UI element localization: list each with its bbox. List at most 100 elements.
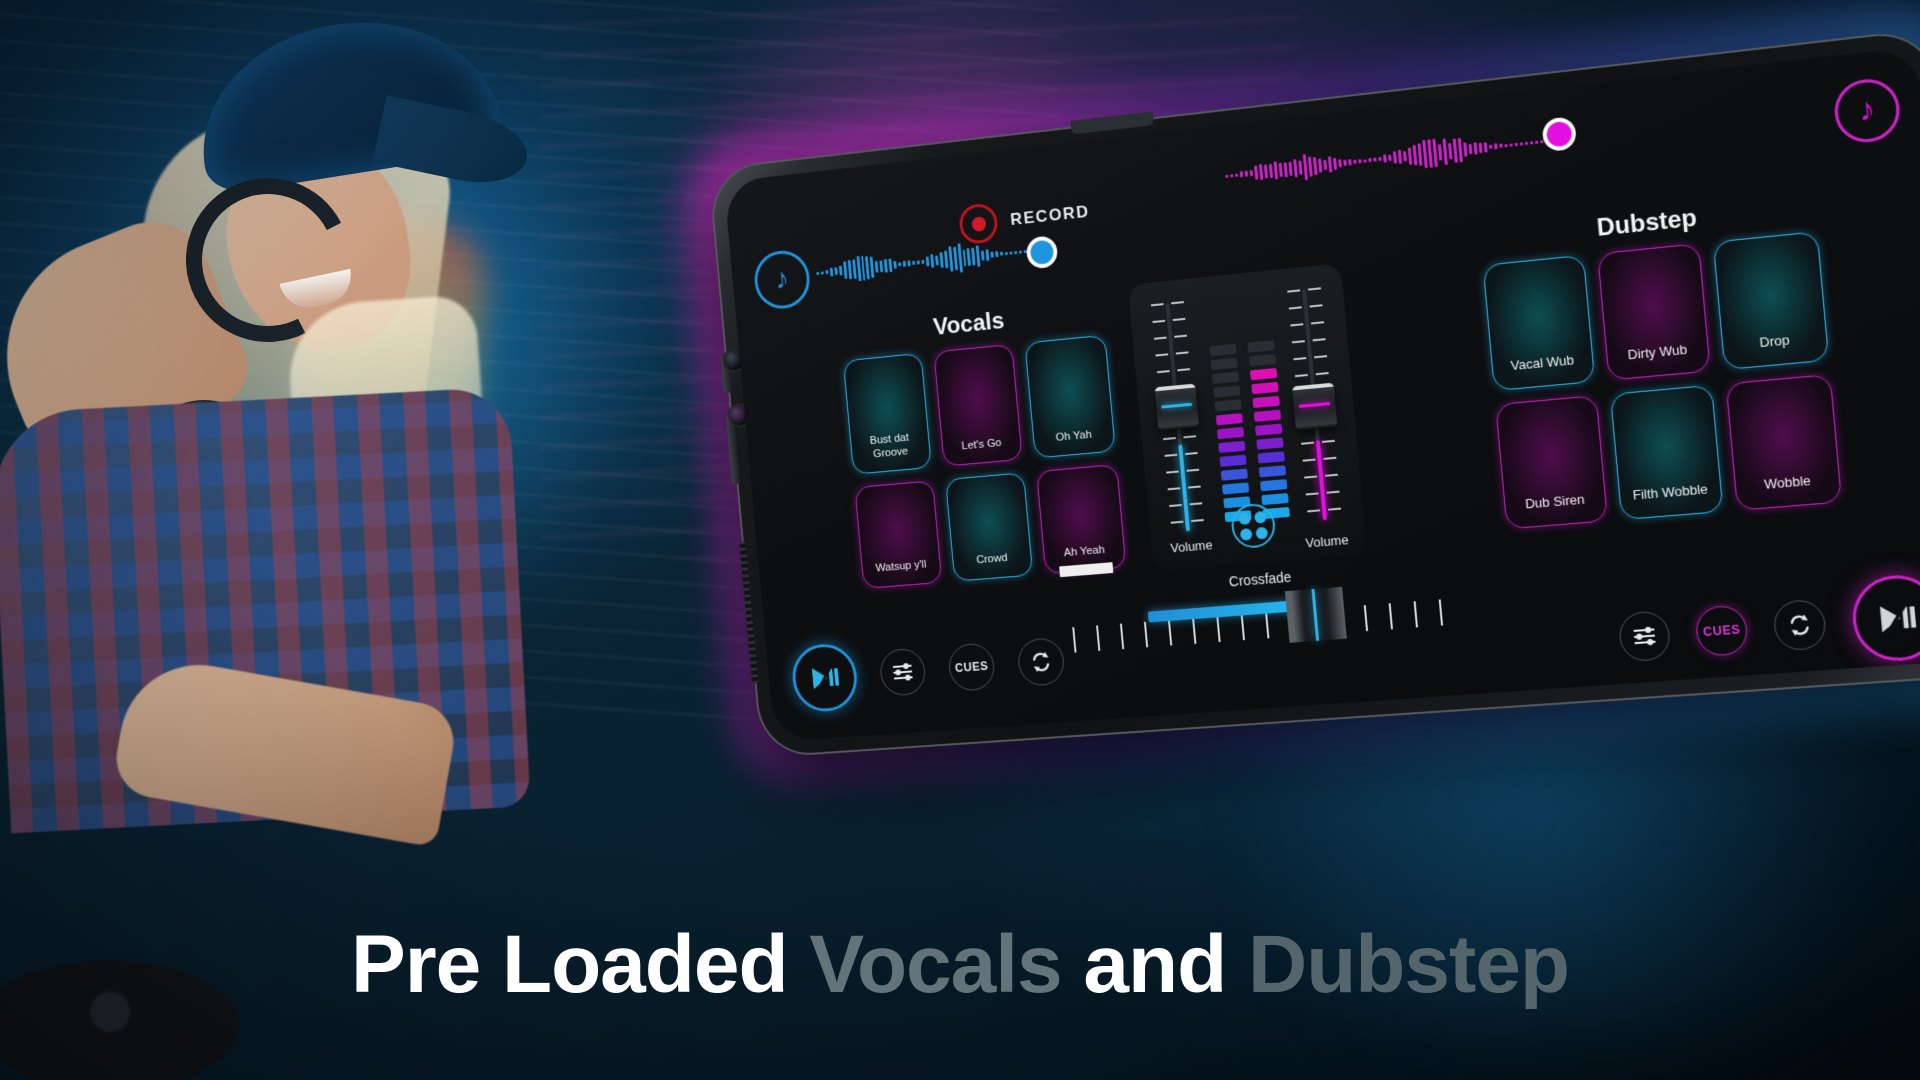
waveform-bar [1278, 162, 1283, 177]
waveform-bar [1288, 161, 1293, 177]
eq-button-left[interactable] [878, 647, 928, 697]
waveform-bar [1254, 165, 1259, 181]
eq-button-right[interactable] [1617, 610, 1672, 663]
pad-progress-bar [1059, 562, 1114, 578]
meter-segment [1210, 357, 1238, 371]
pad-ah-yeah[interactable]: Ah Yeah [1036, 464, 1127, 578]
waveform-bar [1473, 141, 1478, 156]
record-button[interactable]: RECORD [957, 192, 1091, 246]
meter-segment [1211, 371, 1240, 384]
meter-segment [1213, 385, 1241, 398]
cues-button-right[interactable]: CUES [1694, 604, 1750, 658]
waveform-bar [1273, 160, 1279, 180]
cues-button-left[interactable]: CUES [947, 642, 997, 692]
pad-drop[interactable]: Drop [1713, 231, 1830, 370]
quad-dot [1253, 510, 1267, 524]
tagline-part2: Vocals [809, 919, 1062, 1010]
fader-knob-left[interactable] [1154, 383, 1200, 431]
waveform-bar [1534, 140, 1539, 144]
knob-indicator [1161, 402, 1193, 409]
waveform-bar [847, 260, 852, 280]
meter-segment [1260, 479, 1288, 492]
fader-knob-right[interactable] [1291, 382, 1338, 431]
waveform-bar [825, 269, 829, 275]
tagline-part1: Pre Loaded [351, 919, 810, 1010]
pad-vacal-wub[interactable]: Vacal Wub [1482, 254, 1595, 391]
play-pause-icon [1874, 599, 1917, 637]
music-note-icon-left[interactable]: ♪ [752, 248, 812, 312]
transport-controls-right: CUES [1616, 572, 1920, 679]
pad-filth-wobble[interactable]: Filth Wobble [1609, 384, 1724, 521]
play-pause-button-right[interactable] [1849, 572, 1920, 664]
pad-label: Watsup y'll [875, 558, 927, 575]
quad-dot [1238, 512, 1252, 526]
meter-segment [1215, 413, 1243, 426]
waveform-bar [981, 250, 985, 261]
volume-fader-right[interactable] [1287, 287, 1342, 522]
pad-lets-go[interactable]: Let's Go [933, 343, 1024, 468]
play-pause-button-left[interactable] [789, 641, 860, 714]
meter-segment [1261, 493, 1289, 506]
meter-segment [1256, 437, 1284, 450]
loop-button-left[interactable] [1016, 636, 1066, 687]
play-pause-icon [808, 662, 842, 693]
waveform-bar [1468, 143, 1473, 155]
waveform-bar [1483, 142, 1488, 153]
waveform-bar [1338, 158, 1342, 168]
level-meters [1206, 298, 1290, 523]
waveform-bar [962, 249, 967, 266]
waveform-bar [1283, 161, 1288, 177]
waveform-bar [1363, 158, 1367, 163]
eq-sliders-icon [1631, 624, 1658, 648]
meter-segment [1249, 367, 1278, 381]
waveform-bar [870, 256, 875, 278]
waveform-bar [1368, 158, 1372, 163]
meter-segment [1258, 465, 1287, 478]
loop-button-right[interactable] [1772, 598, 1828, 652]
level-meter-right [1244, 298, 1290, 520]
waveform-bar [1323, 160, 1328, 170]
waveform-bar [990, 251, 995, 259]
waveform-bar [1244, 170, 1249, 177]
pad-crowd[interactable]: Crowd [944, 472, 1034, 582]
waveform-bar [1318, 158, 1323, 173]
waveform-bar [1348, 159, 1352, 166]
waveform-bar [1463, 142, 1468, 157]
waveform-bar [934, 255, 939, 266]
waveform-bar [1234, 173, 1239, 177]
waveform-bar [939, 251, 944, 269]
waveform-bar [1249, 170, 1253, 177]
waveform-bar [834, 267, 838, 276]
pad-dub-siren[interactable]: Dub Siren [1495, 394, 1608, 530]
waveform-bar [1014, 250, 1018, 254]
waveform-bar [1258, 164, 1264, 180]
waveform-right[interactable] [1223, 116, 1557, 198]
pad-watsup-yll[interactable]: Watsup y'll [854, 480, 942, 589]
waveform-bar [1312, 156, 1318, 176]
pad-oh-yah[interactable]: Oh Yah [1024, 334, 1116, 459]
pad-label: Let's Go [961, 436, 1002, 452]
waveform-bar [1407, 146, 1413, 165]
waveform-bar [1489, 144, 1493, 150]
quad-dot [1255, 526, 1269, 540]
volume-fader-left[interactable] [1150, 301, 1205, 533]
meter-segment [1257, 451, 1285, 464]
music-note-icon-right[interactable]: ♪ [1832, 75, 1903, 146]
knob-indicator [1298, 402, 1331, 408]
waveform-bar [1447, 142, 1453, 160]
waveform-bar [1392, 151, 1397, 164]
meter-segment [1247, 340, 1275, 353]
crossfade-slider[interactable] [1071, 584, 1457, 658]
meter-segment [1248, 354, 1277, 367]
waveform-bar [838, 265, 843, 276]
waveform-bar [1327, 156, 1333, 173]
pad-dirty-wub[interactable]: Dirty Wub [1596, 243, 1712, 381]
waveform-bar [1494, 142, 1498, 150]
pad-wobble[interactable]: Wobble [1725, 373, 1843, 511]
waveform-bar [1293, 159, 1298, 178]
crossfade-handle[interactable] [1284, 586, 1347, 643]
pad-bust-dat-groove[interactable]: Bust dat Groove [842, 352, 932, 476]
phone-screen: ♪ RECORD ♪ Vocals Bust dat Groove Let's … [723, 46, 1920, 742]
quad-dot [1239, 528, 1253, 541]
cues-label: CUES [1702, 622, 1742, 640]
